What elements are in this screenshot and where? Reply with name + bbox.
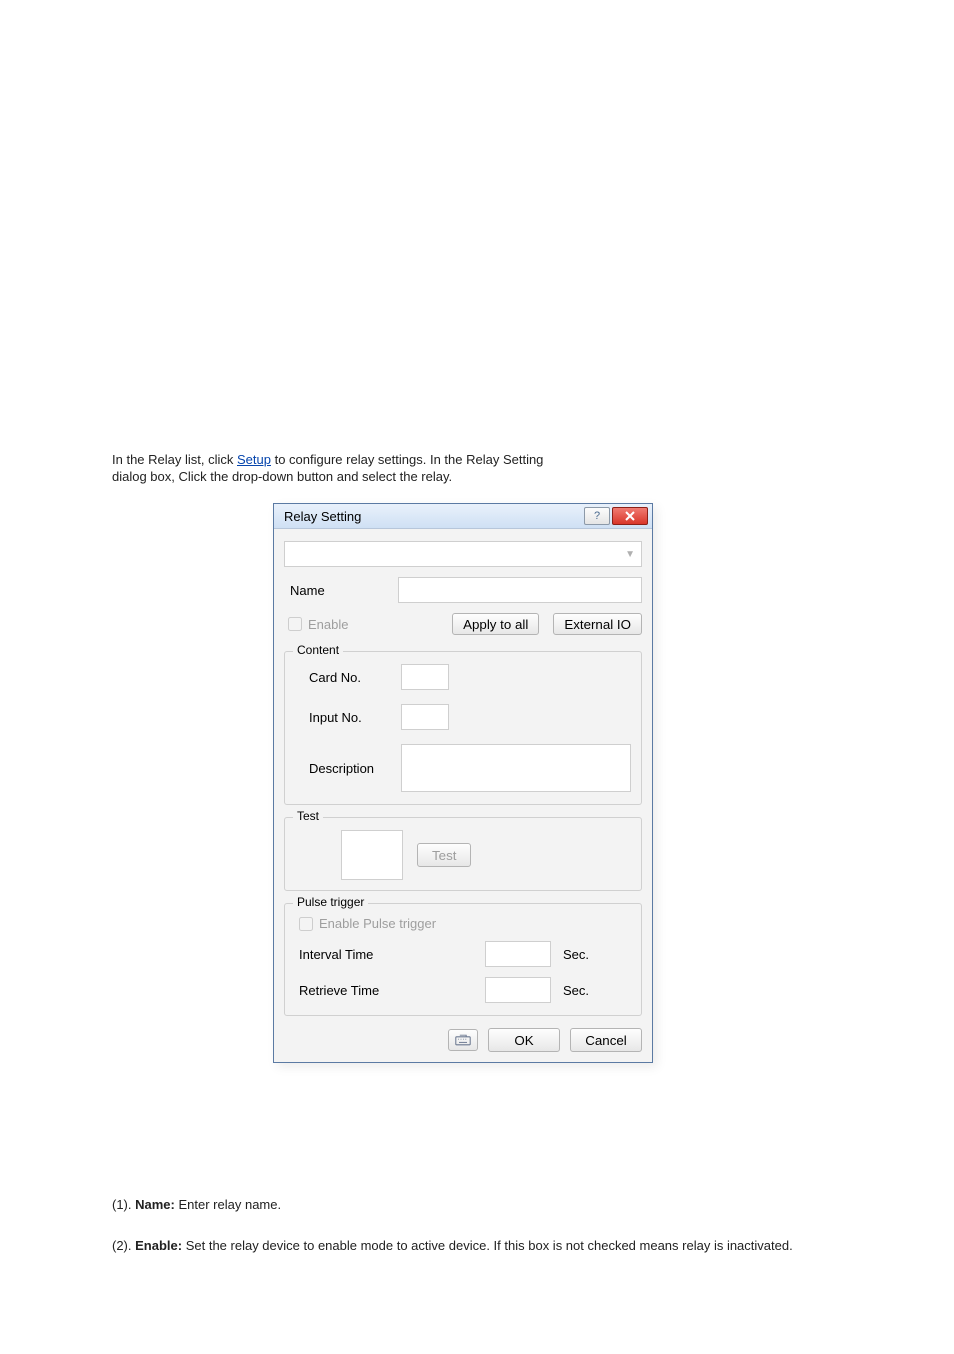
note-2-num: (2).	[112, 1238, 132, 1253]
note-1-text: Enter relay name.	[175, 1197, 281, 1212]
interval-time-input[interactable]	[485, 941, 551, 967]
enable-checkbox-label: Enable	[308, 617, 348, 632]
name-label: Name	[284, 583, 398, 598]
note-2-key: Enable:	[135, 1238, 182, 1253]
enable-checkbox-input[interactable]	[288, 617, 302, 631]
note-2-text: Set the relay device to enable mode to a…	[182, 1238, 793, 1253]
test-group: Test Test	[284, 817, 642, 891]
pulse-trigger-legend: Pulse trigger	[293, 895, 368, 909]
content-group: Content Card No. Input No. Description	[284, 651, 642, 805]
retrieve-time-label: Retrieve Time	[295, 983, 485, 998]
external-io-button[interactable]: External IO	[553, 613, 642, 635]
name-input[interactable]	[398, 577, 642, 603]
enable-checkbox[interactable]: Enable	[288, 617, 348, 632]
enable-pulse-checkbox[interactable]: Enable Pulse trigger	[295, 916, 436, 931]
close-icon	[613, 508, 647, 524]
note-1-key: Name:	[135, 1197, 175, 1212]
intro-line-3: dialog box, Click the drop-down button a…	[112, 469, 842, 484]
help-button[interactable]: ?	[584, 507, 610, 525]
test-legend: Test	[293, 809, 323, 823]
relay-dropdown[interactable]: ▼	[284, 541, 642, 567]
input-no-input[interactable]	[401, 704, 449, 730]
ok-button[interactable]: OK	[488, 1028, 560, 1052]
close-button[interactable]	[612, 507, 648, 525]
card-no-input[interactable]	[401, 664, 449, 690]
dialog-footer: OK Cancel	[284, 1028, 642, 1052]
content-legend: Content	[293, 643, 343, 657]
interval-time-label: Interval Time	[295, 947, 485, 962]
intro-line-1: In the Relay list, click	[112, 452, 237, 467]
description-input[interactable]	[401, 744, 631, 792]
keyboard-icon	[455, 1033, 471, 1047]
chevron-down-icon: ▼	[625, 549, 635, 560]
dialog-title: Relay Setting	[284, 509, 582, 524]
retrieve-sec-label: Sec.	[563, 983, 589, 998]
description-label: Description	[295, 761, 401, 776]
setup-link[interactable]: Setup	[237, 452, 271, 467]
enable-pulse-checkbox-label: Enable Pulse trigger	[319, 916, 436, 931]
pulse-trigger-group: Pulse trigger Enable Pulse trigger Inter…	[284, 903, 642, 1016]
keyboard-button[interactable]	[448, 1029, 478, 1051]
input-no-label: Input No.	[295, 710, 401, 725]
test-button[interactable]: Test	[417, 843, 471, 867]
relay-setting-dialog: Relay Setting ? ▼ Name Enable Apply to a…	[273, 503, 653, 1063]
retrieve-time-input[interactable]	[485, 977, 551, 1003]
interval-sec-label: Sec.	[563, 947, 589, 962]
enable-pulse-checkbox-input[interactable]	[299, 917, 313, 931]
cancel-button[interactable]: Cancel	[570, 1028, 642, 1052]
test-preview	[341, 830, 403, 880]
intro-text: In the Relay list, click Setup to config…	[112, 452, 842, 484]
note-1-num: (1).	[112, 1197, 132, 1212]
apply-to-all-button[interactable]: Apply to all	[452, 613, 539, 635]
intro-line-2: to configure relay settings. In the Rela…	[271, 452, 543, 467]
notes: (1). Name: Enter relay name. (2). Enable…	[112, 1196, 852, 1276]
titlebar: Relay Setting ?	[274, 504, 652, 529]
card-no-label: Card No.	[295, 670, 401, 685]
